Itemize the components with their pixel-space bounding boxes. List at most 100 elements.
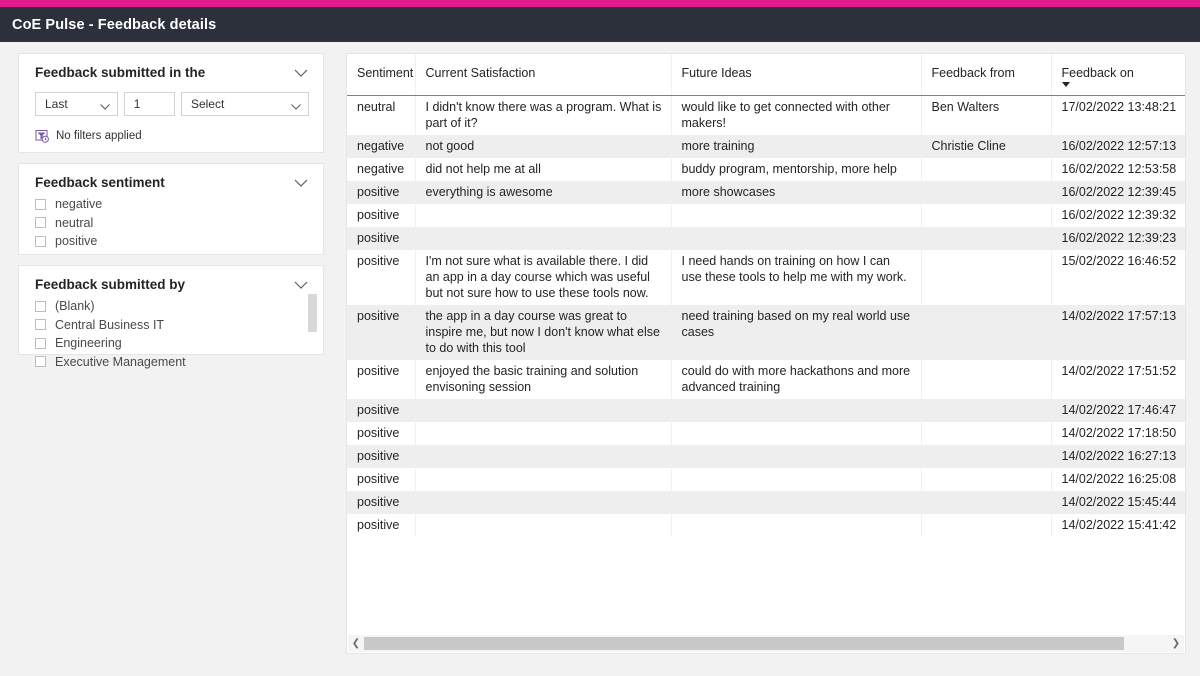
table-row[interactable]: positive everything is awesome more show… xyxy=(347,181,1185,204)
cell-current-satisfaction: everything is awesome xyxy=(415,181,672,204)
chevron-down-icon[interactable] xyxy=(293,280,309,290)
cell-feedback-on: 14/02/2022 17:51:52 xyxy=(1061,364,1177,378)
filter-status-label: No filters applied xyxy=(56,130,142,142)
cell-sentiment: positive xyxy=(347,181,416,204)
table-horizontal-scrollbar[interactable]: ❮ ❯ xyxy=(348,635,1184,652)
cell-feedback-from xyxy=(921,227,1052,250)
date-count-input[interactable]: 1 xyxy=(123,92,175,116)
report-page: CoE Pulse - Feedback details Feedback su… xyxy=(0,0,1200,676)
table-row[interactable]: positive 16/02/2022 12:39:23 xyxy=(347,227,1185,250)
cell-sentiment: positive xyxy=(347,305,416,360)
sentiment-option-negative[interactable]: negative xyxy=(35,195,309,214)
checkbox-icon[interactable] xyxy=(35,337,46,349)
cell-future-ideas xyxy=(671,399,922,422)
checkbox-icon[interactable] xyxy=(35,235,46,247)
table-row[interactable]: negative not good more training Christie… xyxy=(347,135,1185,158)
column-header-feedback-on[interactable]: Feedback on xyxy=(1051,54,1185,96)
table-row[interactable]: neutral I didn't know there was a progra… xyxy=(347,95,1185,135)
cell-current-satisfaction xyxy=(415,468,672,491)
submitted-by-option-label: (Blank) xyxy=(55,299,95,314)
cell-future-ideas xyxy=(671,204,922,227)
submitted-by-option-label: Executive Management xyxy=(55,354,186,369)
accent-strip xyxy=(0,0,1200,7)
column-header-current-satisfaction[interactable]: Current Satisfaction xyxy=(415,54,672,96)
chevron-down-icon[interactable] xyxy=(293,178,309,188)
cell-sentiment: positive xyxy=(347,422,416,445)
submitted-by-scrollbar-thumb[interactable] xyxy=(308,294,317,332)
sentiment-option-neutral[interactable]: neutral xyxy=(35,214,309,233)
checkbox-icon[interactable] xyxy=(35,198,46,210)
checkbox-icon[interactable] xyxy=(35,356,46,368)
column-header-label: Future Ideas xyxy=(681,66,752,80)
cell-feedback-on: 16/02/2022 12:39:32 xyxy=(1061,208,1177,222)
table-header-row: Sentiment Current Satisfaction Future Id… xyxy=(347,54,1185,96)
table-row[interactable]: positive 14/02/2022 15:41:42 xyxy=(347,514,1185,537)
sentiment-option-label: negative xyxy=(55,197,103,212)
filter-clock-icon xyxy=(35,129,49,143)
cell-future-ideas: would like to get connected with other m… xyxy=(671,95,922,135)
submitted-by-option-blank[interactable]: (Blank) xyxy=(35,297,309,316)
column-header-label: Feedback from xyxy=(931,66,1015,80)
filter-card-submitted-by: Feedback submitted by (Blank) Central Bu… xyxy=(18,265,324,369)
filter-card-sentiment: Feedback sentiment negative neutral posi… xyxy=(18,163,324,255)
filter-card-submitted-by-header: Feedback submitted by xyxy=(35,277,309,293)
cell-feedback-from xyxy=(921,514,1052,537)
cell-current-satisfaction xyxy=(415,227,672,250)
title-bar: CoE Pulse - Feedback details xyxy=(0,7,1200,42)
scrollbar-thumb[interactable] xyxy=(364,637,1124,650)
date-operator-dropdown[interactable]: Last xyxy=(35,92,118,116)
sentiment-option-positive[interactable]: positive xyxy=(35,232,309,251)
column-header-future-ideas[interactable]: Future Ideas xyxy=(671,54,922,96)
date-count-value: 1 xyxy=(133,97,141,111)
date-unit-dropdown[interactable]: Select xyxy=(180,92,309,116)
chevron-left-icon[interactable]: ❮ xyxy=(348,635,364,652)
filter-card-sentiment-title: Feedback sentiment xyxy=(35,175,165,190)
table-row[interactable]: positive 14/02/2022 15:45:44 xyxy=(347,491,1185,514)
cell-future-ideas xyxy=(671,514,922,537)
cell-current-satisfaction: not good xyxy=(415,135,672,158)
table-row[interactable]: positive 14/02/2022 17:18:50 xyxy=(347,422,1185,445)
chevron-down-icon xyxy=(290,100,302,110)
submitted-by-option-label: Engineering xyxy=(55,336,122,351)
checkbox-icon[interactable] xyxy=(35,319,46,331)
submitted-by-option-engineering[interactable]: Engineering xyxy=(35,334,309,353)
checkbox-icon[interactable] xyxy=(35,217,46,229)
cell-feedback-from xyxy=(921,399,1052,422)
table-row[interactable]: positive the app in a day course was gre… xyxy=(347,305,1185,360)
chevron-down-icon[interactable] xyxy=(293,68,309,78)
cell-feedback-on: 17/02/2022 13:48:21 xyxy=(1061,100,1177,114)
cell-feedback-on: 16/02/2022 12:57:13 xyxy=(1051,135,1185,158)
table-row[interactable]: positive 14/02/2022 17:46:47 xyxy=(347,399,1185,422)
table-row[interactable]: positive 16/02/2022 12:39:32 xyxy=(347,204,1185,227)
table-row[interactable]: positive 14/02/2022 16:25:08 xyxy=(347,468,1185,491)
column-header-feedback-from[interactable]: Feedback from xyxy=(921,54,1052,96)
table-row[interactable]: positive 14/02/2022 16:27:13 xyxy=(347,445,1185,468)
submitted-by-option-executive-management[interactable]: Executive Management xyxy=(35,353,309,372)
cell-current-satisfaction xyxy=(415,491,672,514)
table-row[interactable]: negative did not help me at all buddy pr… xyxy=(347,158,1185,181)
cell-sentiment: negative xyxy=(347,135,416,158)
chevron-right-icon[interactable]: ❯ xyxy=(1168,635,1184,652)
caret-down-icon xyxy=(1061,82,1070,87)
filter-card-date-title: Feedback submitted in the xyxy=(35,65,206,80)
page-title: CoE Pulse - Feedback details xyxy=(12,16,217,33)
feedback-table-body: neutral I didn't know there was a progra… xyxy=(347,95,1185,537)
cell-feedback-from xyxy=(921,158,1052,181)
cell-feedback-from xyxy=(921,422,1052,445)
checkbox-icon[interactable] xyxy=(35,300,46,312)
feedback-table-header: Sentiment Current Satisfaction Future Id… xyxy=(347,54,1185,96)
cell-sentiment: positive xyxy=(347,399,416,422)
column-header-sentiment[interactable]: Sentiment xyxy=(347,54,416,96)
submitted-by-checkbox-list: (Blank) Central Business IT Engineering … xyxy=(35,297,309,371)
filter-card-date: Feedback submitted in the Last 1 Select xyxy=(18,53,324,153)
table-row[interactable]: positive enjoyed the basic training and … xyxy=(347,360,1185,399)
cell-feedback-from xyxy=(921,468,1052,491)
scrollbar-track[interactable] xyxy=(364,635,1168,652)
table-row[interactable]: positive I'm not sure what is available … xyxy=(347,250,1185,305)
filter-card-date-header: Feedback submitted in the xyxy=(35,65,309,81)
submitted-by-option-central-business-it[interactable]: Central Business IT xyxy=(35,316,309,335)
cell-current-satisfaction xyxy=(415,399,672,422)
cell-feedback-from xyxy=(921,204,1052,227)
cell-feedback-on: 14/02/2022 15:41:42 xyxy=(1061,518,1177,532)
filter-card-sentiment-header: Feedback sentiment xyxy=(35,175,309,191)
